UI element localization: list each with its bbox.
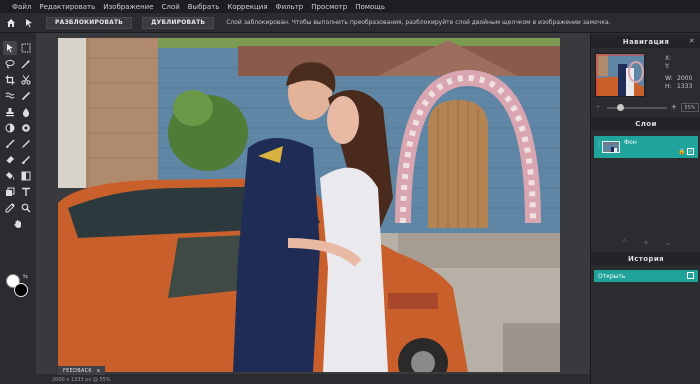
layer-name: Фон xyxy=(624,139,637,146)
menu-help[interactable]: Помощь xyxy=(355,3,385,11)
navigator-header: Навигация ✕ xyxy=(591,35,700,48)
height-value: 1333 xyxy=(677,83,693,90)
unlock-button[interactable]: РАЗБЛОКИРОВАТЬ xyxy=(46,16,133,29)
gradient-tool-icon[interactable] xyxy=(19,169,33,183)
layer-row[interactable]: ⋮ Фон 🔒 ✓ xyxy=(594,136,698,158)
sponge-tool-icon[interactable] xyxy=(19,121,33,135)
zoom-tool-icon[interactable] xyxy=(19,201,33,215)
chevron-down-icon[interactable]: ⌄ xyxy=(664,238,671,248)
layers-title: Слои xyxy=(635,119,657,128)
right-panels: Навигация ✕ X: Y: W: 2000 H: 1333 - + 55 xyxy=(590,33,700,384)
canvas-area[interactable] xyxy=(36,33,590,374)
history-header: История xyxy=(591,252,700,265)
eyedropper-tool-icon[interactable] xyxy=(3,201,17,215)
x-label: X: xyxy=(665,55,672,62)
home-icon[interactable] xyxy=(4,16,18,30)
menu-select[interactable]: Выбрать xyxy=(188,3,220,11)
document-info: 2000 x 1333 px @ 55% xyxy=(52,377,111,383)
hand-tool-icon[interactable] xyxy=(11,217,25,231)
pencil-tool-icon[interactable] xyxy=(19,137,33,151)
photo-editor-app: Файл Редактировать Изображение Слой Выбр… xyxy=(0,0,700,384)
drop-tool-icon[interactable] xyxy=(19,105,33,119)
layer-thumbnail xyxy=(602,141,620,153)
y-label: Y: xyxy=(665,63,670,70)
paint-bucket-tool-icon[interactable] xyxy=(3,169,17,183)
visibility-checkbox-icon[interactable]: ✓ xyxy=(687,148,694,155)
toolbar: ⇆ xyxy=(0,38,36,384)
menu-file[interactable]: Файл xyxy=(12,3,31,11)
zoom-percent-field[interactable]: 55% xyxy=(681,103,699,112)
eraser-tool-icon[interactable] xyxy=(3,153,17,167)
options-bar: РАЗБЛОКИРОВАТЬ ДУБЛИРОВАТЬ Слой заблокир… xyxy=(0,13,700,33)
brush-tool-icon[interactable] xyxy=(3,137,17,151)
zoom-slider-handle[interactable] xyxy=(617,104,624,111)
menu-layer[interactable]: Слой xyxy=(162,3,180,11)
history-title: История xyxy=(627,254,665,263)
locked-layer-message: Слой заблокирован. Чтобы выполнить преоб… xyxy=(226,19,611,26)
navigator-thumbnail[interactable] xyxy=(595,53,645,97)
magic-wand-tool-icon[interactable] xyxy=(19,57,33,71)
wedding-photo-image xyxy=(58,38,560,372)
healing-tool-icon[interactable] xyxy=(3,89,17,103)
move-tool-icon[interactable] xyxy=(3,41,17,55)
menu-adjust[interactable]: Коррекция xyxy=(227,3,267,11)
layers-header: Слои xyxy=(591,117,700,130)
lasso-tool-icon[interactable] xyxy=(3,57,17,71)
smudge-tool-icon[interactable] xyxy=(19,153,33,167)
add-layer-icon[interactable]: + xyxy=(643,238,650,248)
swap-colors-icon[interactable]: ⇆ xyxy=(23,273,28,280)
text-tool-icon[interactable] xyxy=(19,185,33,199)
photo-canvas[interactable] xyxy=(58,38,560,372)
layers-footer: ⌃ + ⌄ xyxy=(621,238,671,248)
menu-bar: Файл Редактировать Изображение Слой Выбр… xyxy=(0,0,700,13)
zoom-in-button[interactable]: + xyxy=(671,103,677,111)
width-value: 2000 xyxy=(677,75,693,82)
navigator-collapse-icon[interactable]: ✕ xyxy=(689,37,695,45)
status-bar: FEEDBACK x 2000 x 1333 px @ 55% xyxy=(36,366,590,384)
menu-view[interactable]: Просмотр xyxy=(311,3,347,11)
navigator-title: Навигация xyxy=(622,37,670,46)
menu-image[interactable]: Изображение xyxy=(103,3,153,11)
menu-edit[interactable]: Редактировать xyxy=(39,3,95,11)
shape-tool-icon[interactable] xyxy=(3,185,17,199)
history-item-label: Открыть xyxy=(598,272,626,280)
scissors-tool-icon[interactable] xyxy=(19,73,33,87)
background-color-swatch[interactable] xyxy=(14,283,28,297)
menu-filter[interactable]: Фильтр xyxy=(276,3,304,11)
history-item[interactable]: Открыть xyxy=(594,270,698,282)
move-arrow-icon[interactable] xyxy=(22,16,36,30)
width-label: W: xyxy=(665,75,673,82)
history-snapshot-icon xyxy=(687,272,694,279)
height-label: H: xyxy=(665,83,672,90)
feedback-button[interactable]: FEEDBACK x xyxy=(58,366,106,375)
marquee-tool-icon[interactable] xyxy=(19,41,33,55)
duplicate-button[interactable]: ДУБЛИРОВАТЬ xyxy=(142,16,215,29)
crop-tool-icon[interactable] xyxy=(3,73,17,87)
contrast-tool-icon[interactable] xyxy=(3,121,17,135)
feedback-label: FEEDBACK xyxy=(63,367,92,374)
feedback-close-icon[interactable]: x xyxy=(97,368,100,374)
zoom-slider-track[interactable] xyxy=(607,107,667,109)
lock-icon[interactable]: 🔒 xyxy=(678,148,685,155)
chevron-up-icon[interactable]: ⌃ xyxy=(621,238,628,248)
pen-line-tool-icon[interactable] xyxy=(19,89,33,103)
zoom-out-button[interactable]: - xyxy=(597,103,600,111)
clone-stamp-tool-icon[interactable] xyxy=(3,105,17,119)
zoom-control: - + 55% xyxy=(595,103,699,113)
